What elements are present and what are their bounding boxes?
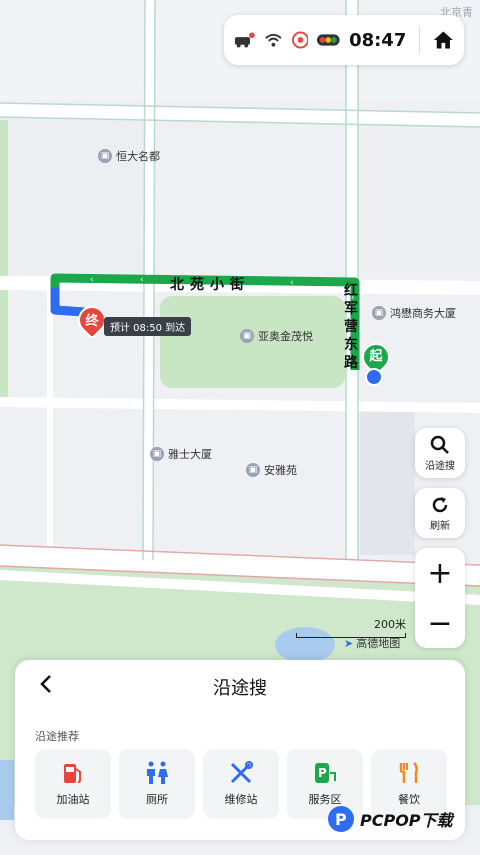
clock: 08:47 bbox=[349, 29, 407, 51]
restroom-icon bbox=[147, 761, 168, 784]
gas-station-icon bbox=[64, 764, 81, 783]
category-label: 加油站 bbox=[56, 793, 90, 806]
building-icon: ▣ bbox=[246, 463, 260, 477]
divider bbox=[419, 26, 421, 54]
car-status-icon bbox=[234, 32, 255, 48]
end-marker-label: 终 bbox=[85, 314, 99, 329]
map-attribution: ➤ 高德地图 bbox=[344, 635, 400, 651]
watermark-text: PCPOP下载 bbox=[360, 811, 453, 830]
poi-label: 鸿懋商务大厦 bbox=[390, 307, 456, 320]
poi-label: 恒大名都 bbox=[116, 150, 160, 163]
road-label-beiyuan: 北苑小街 bbox=[170, 277, 250, 293]
poi-label: 亚奥金茂悦 bbox=[258, 330, 313, 343]
search-along-label: 沿途搜 bbox=[425, 460, 455, 472]
svg-text:‹: ‹ bbox=[140, 275, 144, 285]
refresh-button[interactable]: 刷新 bbox=[415, 488, 465, 538]
poi-hongmao[interactable]: ▣ 鸿懋商务大厦 bbox=[372, 305, 456, 321]
poi-yashi[interactable]: ▣ 雅士大厦 bbox=[150, 446, 212, 462]
search-icon bbox=[430, 435, 449, 454]
building-icon: ▣ bbox=[240, 329, 254, 343]
poi-anya[interactable]: ▣ 安雅苑 bbox=[246, 462, 297, 478]
watermark: P PCPOP下载 bbox=[326, 804, 453, 834]
building-icon: ▣ bbox=[372, 306, 386, 320]
building-icon: ▣ bbox=[150, 447, 164, 461]
zoom-out-button[interactable]: − bbox=[415, 598, 465, 648]
fork-knife-icon bbox=[399, 762, 418, 783]
start-marker-label: 起 bbox=[369, 349, 383, 364]
recommend-heading: 沿途推荐 bbox=[35, 730, 79, 743]
poi-yaao[interactable]: ▣ 亚奥金茂悦 bbox=[240, 328, 313, 344]
repair-tools-icon bbox=[230, 761, 253, 784]
wifi-icon bbox=[264, 33, 282, 47]
home-icon[interactable] bbox=[433, 30, 454, 50]
cast-icon bbox=[291, 31, 309, 49]
refresh-icon bbox=[432, 496, 448, 512]
svg-text:P: P bbox=[335, 810, 347, 829]
poi-hengda[interactable]: ▣ 恒大名都 bbox=[98, 148, 160, 164]
status-bar: 08:47 bbox=[224, 15, 464, 65]
amap-logo-icon: ➤ bbox=[344, 636, 354, 650]
current-location-icon bbox=[365, 368, 383, 386]
search-along-button[interactable]: 沿途搜 bbox=[415, 428, 465, 478]
service-area-icon: P bbox=[315, 763, 336, 783]
category-label: 维修站 bbox=[224, 793, 258, 806]
panel-title: 沿途搜 bbox=[213, 678, 267, 699]
svg-text:‹: ‹ bbox=[90, 275, 94, 285]
scale-label: 200米 bbox=[374, 618, 406, 631]
poi-label: 雅士大厦 bbox=[168, 448, 212, 461]
svg-text:P: P bbox=[318, 766, 327, 780]
building-icon: ▣ bbox=[98, 149, 112, 163]
eta-tag: 预计 08:50 到达 bbox=[104, 317, 192, 336]
road-label-hongjunying: 红军营东路 bbox=[344, 283, 358, 371]
attribution-label: 高德地图 bbox=[356, 637, 401, 650]
category-label: 厕所 bbox=[146, 793, 168, 806]
poi-label: 安雅苑 bbox=[264, 464, 297, 477]
zoom-in-button[interactable]: + bbox=[415, 548, 465, 598]
category-gas-station[interactable]: 加油站 bbox=[35, 749, 111, 819]
refresh-label: 刷新 bbox=[430, 520, 450, 532]
category-repair[interactable]: 维修站 bbox=[203, 749, 279, 819]
pcpop-logo-icon: P bbox=[328, 806, 354, 832]
svg-text:‹: ‹ bbox=[290, 278, 294, 288]
traffic-light-icon bbox=[317, 34, 341, 46]
zoom-control: + − bbox=[415, 548, 465, 648]
category-restroom[interactable]: 厕所 bbox=[119, 749, 195, 819]
